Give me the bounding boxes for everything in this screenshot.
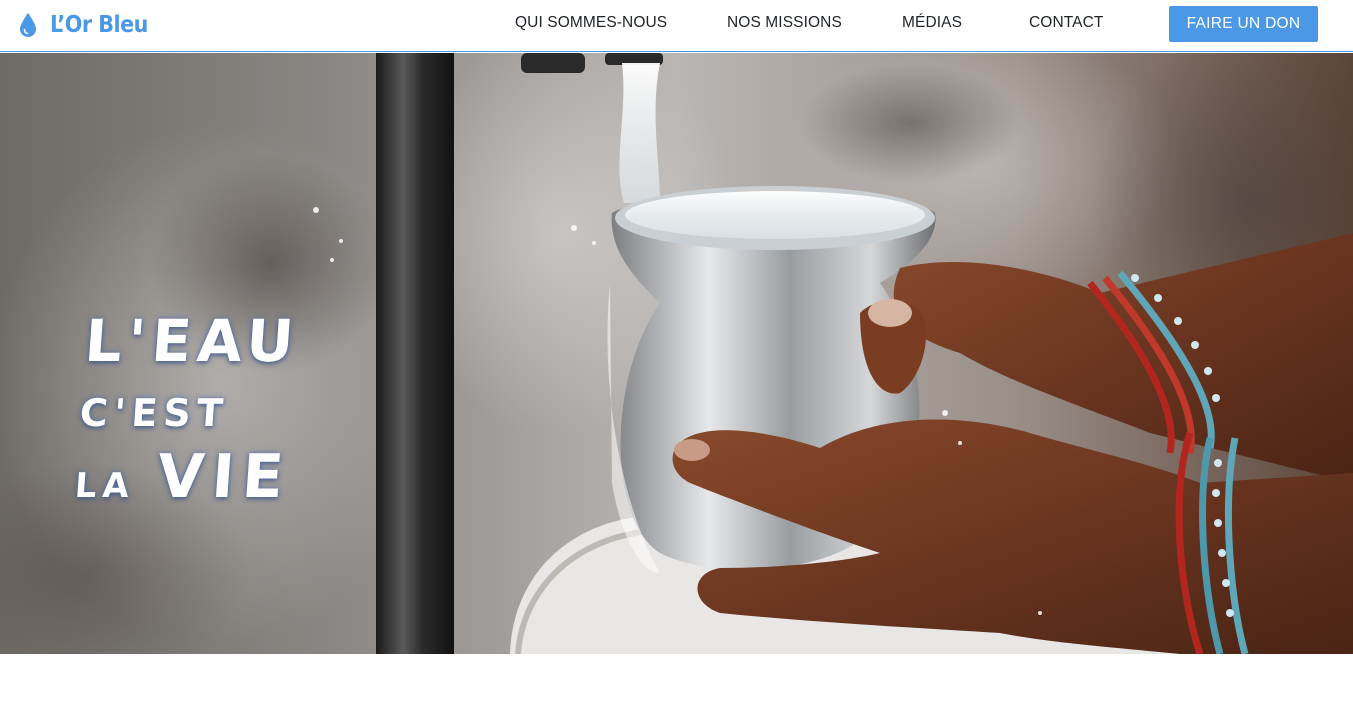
content-area: [0, 654, 1353, 706]
donate-button[interactable]: FAIRE UN DON: [1169, 6, 1318, 42]
hero-line-leau: L'EAU: [82, 307, 302, 375]
brand-name: L’Or Bleu: [50, 12, 148, 38]
page: L’Or Bleu QUI SOMMES-NOUS NOS MISSIONS M…: [0, 0, 1353, 706]
hero-line-cest: C'EST: [78, 391, 231, 435]
nav-link-contact[interactable]: CONTACT: [1029, 14, 1103, 32]
nav-link-qui-sommes-nous[interactable]: QUI SOMMES-NOUS: [515, 14, 667, 32]
hero-headline: L'EAU C'EST LA VIE: [72, 303, 303, 522]
nav-link-nos-missions[interactable]: NOS MISSIONS: [727, 14, 842, 32]
hero-word-la: LA: [73, 466, 137, 506]
nav-link-medias[interactable]: MÉDIAS: [902, 14, 962, 32]
water-drop-icon: [20, 13, 36, 37]
brand-logo[interactable]: L’Or Bleu: [18, 9, 148, 41]
hero-word-vie: VIE: [155, 442, 294, 512]
hero-banner: L'EAU C'EST LA VIE: [0, 53, 1353, 654]
hero-line-la-vie: LA VIE: [72, 441, 293, 522]
navbar: L’Or Bleu QUI SOMMES-NOUS NOS MISSIONS M…: [0, 0, 1353, 52]
